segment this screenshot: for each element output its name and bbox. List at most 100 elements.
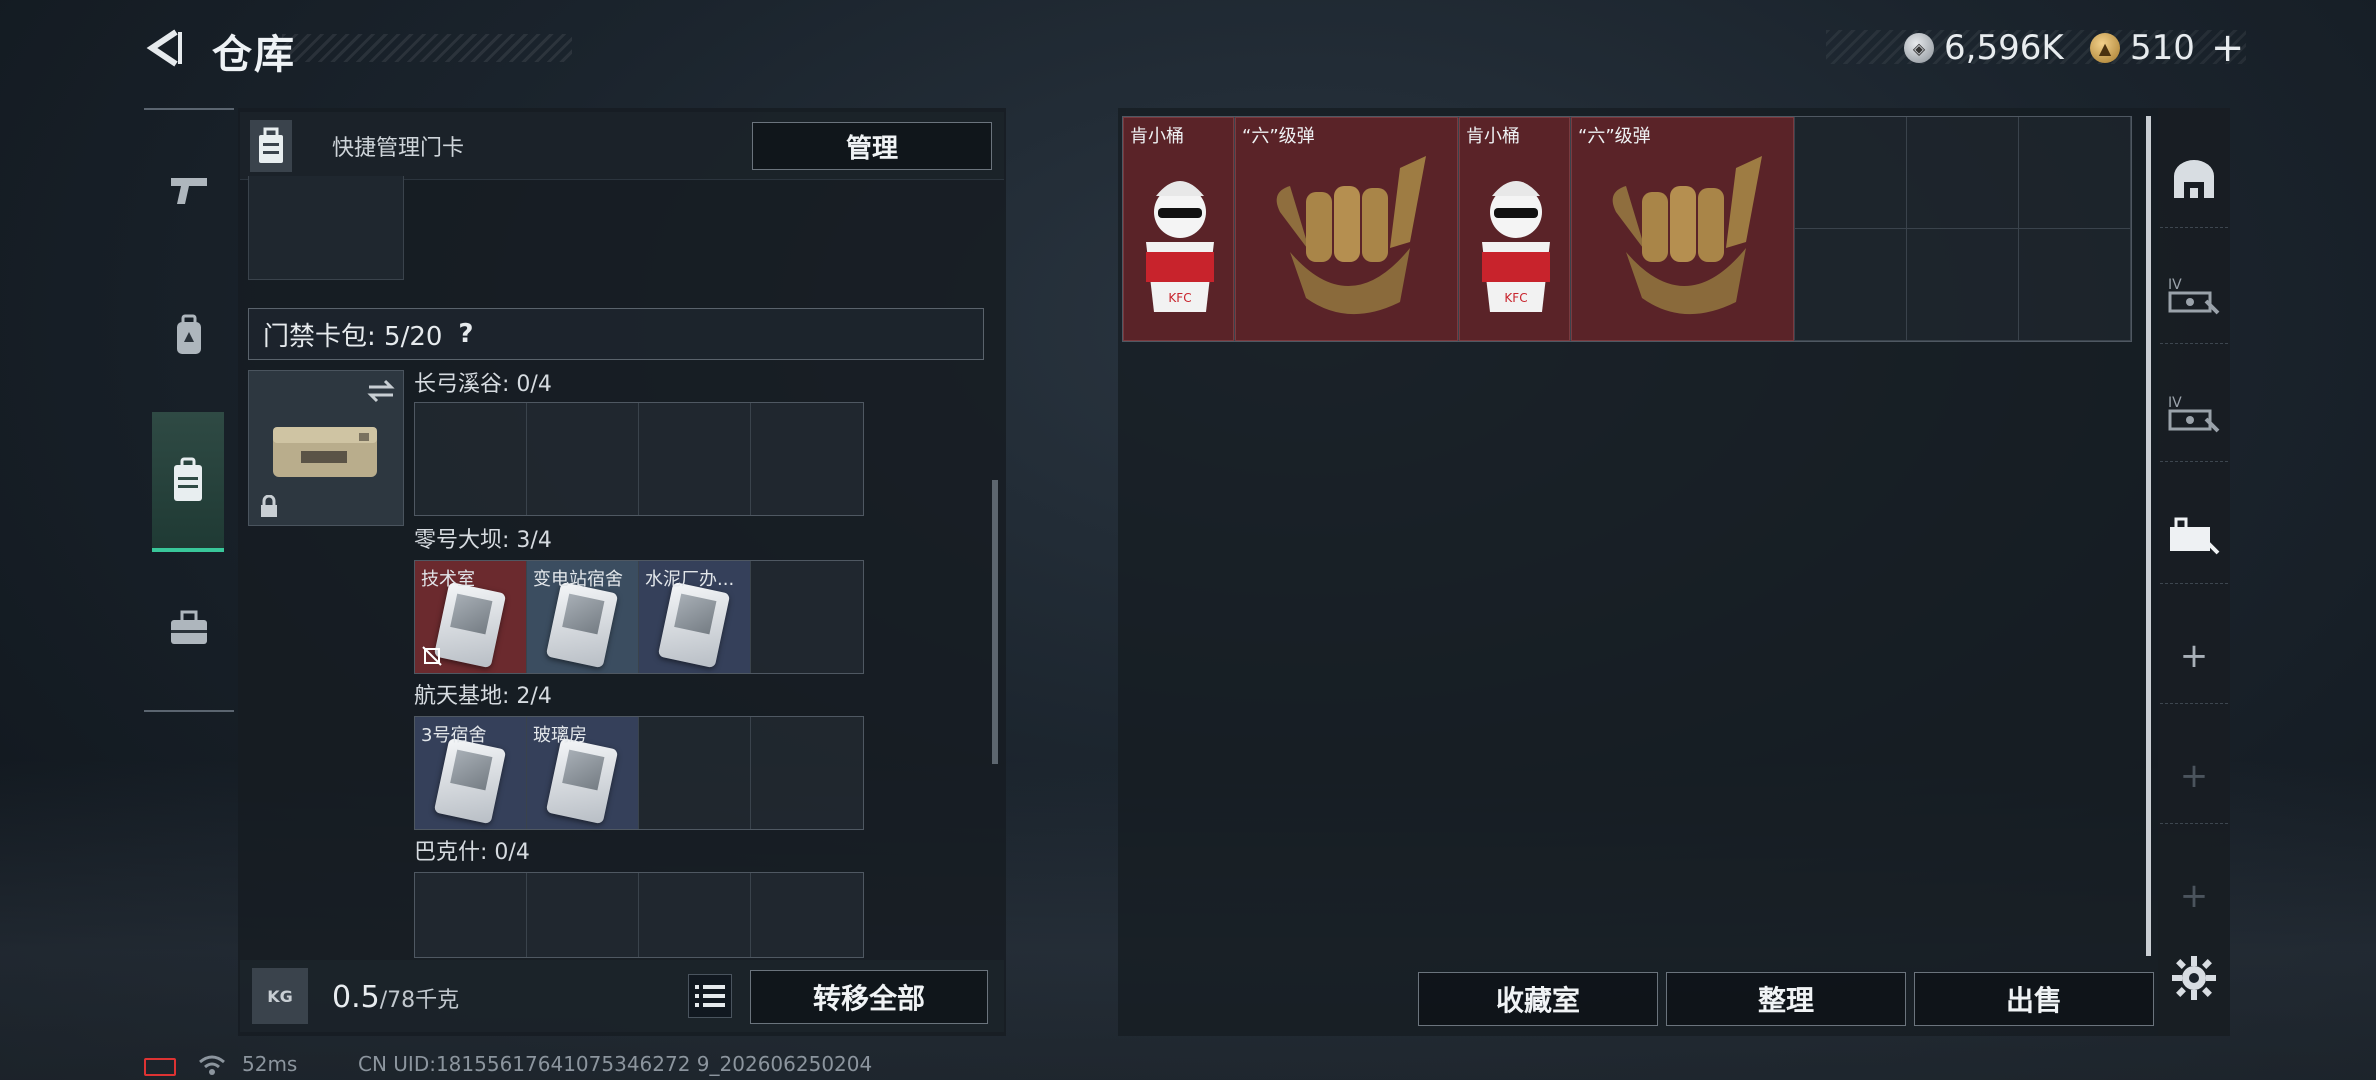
silver-amount: 6,596K (1944, 28, 2064, 68)
list-view-button[interactable] (688, 974, 732, 1018)
quick-manage-label: 快捷管理门卡 (332, 136, 465, 161)
keycard-icon (657, 581, 731, 669)
section-title-dam: 零号大坝: 3/4 (414, 528, 552, 553)
weight-readout: 0.5/78千克 (332, 980, 459, 1015)
keycard-name: 玻璃房 (533, 725, 587, 746)
add-storage-button-locked: + (2160, 728, 2228, 824)
weight-icon-label: KG (267, 986, 293, 1006)
empty-slot[interactable] (639, 403, 751, 515)
manage-button[interactable]: 管理 (752, 122, 992, 170)
back-button[interactable] (142, 26, 186, 70)
settings-gear-icon[interactable] (2170, 954, 2218, 1002)
storage-slot[interactable] (1795, 117, 1907, 229)
toolbox-icon (171, 610, 207, 644)
tab-toolbox[interactable] (144, 568, 234, 688)
keycard-slot[interactable]: 技术室 (415, 561, 527, 673)
keycard-wallet-bar: 门禁卡包: 5/20 ? (248, 308, 984, 360)
add-storage-button[interactable]: + (2160, 608, 2228, 704)
item-kfc-figure[interactable]: KFC 肯小桶 (1123, 117, 1234, 341)
safebox-icon (2174, 159, 2214, 198)
keycard-icon (433, 581, 507, 669)
swap-icon[interactable] (365, 377, 397, 405)
uid-readout: CN UID:18155617641075346272 9_2026062502… (358, 1052, 873, 1076)
storage-slot[interactable] (1907, 229, 2019, 341)
title-decoration (282, 34, 572, 62)
add-currency-icon[interactable]: + (2211, 25, 2245, 71)
collection-room-button[interactable]: 收藏室 (1418, 972, 1658, 1026)
keycard-wallet-item[interactable] (248, 370, 404, 526)
page-title: 仓库 (212, 32, 296, 78)
storage-slot[interactable] (1907, 117, 2019, 229)
keycard-name: 水泥厂办... (645, 569, 735, 590)
side-tab-safebox[interactable] (2160, 132, 2228, 228)
empty-slot[interactable] (415, 873, 527, 957)
quick-manage-icon (250, 120, 292, 172)
keycard-name: 变电站宿舍 (533, 569, 623, 590)
empty-slot[interactable] (751, 717, 863, 829)
empty-slot[interactable] (527, 403, 639, 515)
no-transfer-icon (422, 646, 442, 666)
bullet-hand-icon (1612, 156, 1762, 315)
item-name: “六”级弹 (1578, 126, 1651, 147)
section-grid-dam: 技术室 变电站宿舍 水泥厂办... (414, 560, 864, 674)
section-title-bakesh: 巴克什: 0/4 (414, 840, 530, 865)
backpack-icon (177, 314, 201, 354)
gold-currency[interactable]: ▲ 510 + (2090, 25, 2245, 71)
section-grid-space-base: 3号宿舍 玻璃房 (414, 716, 864, 830)
svg-text:IV: IV (2168, 277, 2182, 293)
tab-keycards[interactable] (152, 412, 224, 552)
silver-coin-icon: ◈ (1904, 33, 1934, 63)
keycard-slot[interactable]: 玻璃房 (527, 717, 639, 829)
keycard-name: 3号宿舍 (421, 725, 487, 746)
storage-scrollbar[interactable] (2146, 116, 2151, 956)
svg-text:KFC: KFC (1504, 291, 1527, 305)
empty-slot[interactable] (415, 403, 527, 515)
keycard-icon (433, 737, 507, 825)
keycard-slot[interactable]: 变电站宿舍 (527, 561, 639, 673)
add-storage-button-locked: + (2179, 876, 2209, 916)
storage-slot[interactable] (2019, 229, 2131, 341)
side-tab-collection-case[interactable] (2160, 488, 2228, 584)
item-name: 肯小桶 (1466, 126, 1520, 147)
partial-item-slot[interactable] (248, 176, 404, 280)
item-name: 肯小桶 (1130, 126, 1184, 147)
help-icon[interactable]: ? (458, 319, 473, 349)
empty-slot[interactable] (751, 561, 863, 673)
sell-button[interactable]: 出售 (1914, 972, 2154, 1026)
keycard-holder-icon (174, 457, 202, 501)
battery-icon (144, 1058, 176, 1076)
pistol-icon (171, 178, 207, 204)
left-scrollbar[interactable] (992, 480, 998, 764)
transfer-all-button[interactable]: 转移全部 (750, 970, 988, 1024)
storage-expand-icon: IV (2168, 395, 2220, 432)
keycard-slot[interactable]: 水泥厂办... (639, 561, 751, 673)
empty-slot[interactable] (751, 873, 863, 957)
item-kfc-figure[interactable]: KFC 肯小桶 (1459, 117, 1570, 341)
empty-slot[interactable] (751, 403, 863, 515)
section-title-changgong: 长弓溪谷: 0/4 (414, 372, 552, 397)
list-icon (695, 985, 725, 1007)
side-tab-storage-4b[interactable]: IV (2160, 366, 2228, 462)
keycard-slot[interactable]: 3号宿舍 (415, 717, 527, 829)
case-icon (2170, 517, 2220, 554)
sort-button[interactable]: 整理 (1666, 972, 1906, 1026)
keycard-name: 技术室 (421, 569, 475, 590)
empty-slot[interactable] (639, 717, 751, 829)
wifi-icon (199, 1055, 225, 1075)
tab-weapons[interactable] (144, 130, 234, 250)
empty-slot[interactable] (527, 873, 639, 957)
keycard-icon (545, 737, 619, 825)
tab-backpack[interactable] (144, 276, 234, 396)
item-six-bullet[interactable]: “六”级弹 (1235, 117, 1458, 341)
storage-slot[interactable] (2019, 117, 2131, 229)
lock-icon (261, 495, 277, 517)
back-arrow-icon (146, 29, 182, 67)
keycard-wallet-label: 门禁卡包: 5/20 (263, 321, 443, 352)
side-tab-storage-4a[interactable]: IV (2160, 248, 2228, 344)
silver-currency[interactable]: ◈ 6,596K (1904, 26, 2064, 70)
section-grid-bakesh (414, 872, 864, 958)
bullet-hand-icon (1276, 156, 1426, 315)
item-six-bullet[interactable]: “六”级弹 (1571, 117, 1794, 341)
empty-slot[interactable] (639, 873, 751, 957)
storage-slot[interactable] (1795, 229, 1907, 341)
